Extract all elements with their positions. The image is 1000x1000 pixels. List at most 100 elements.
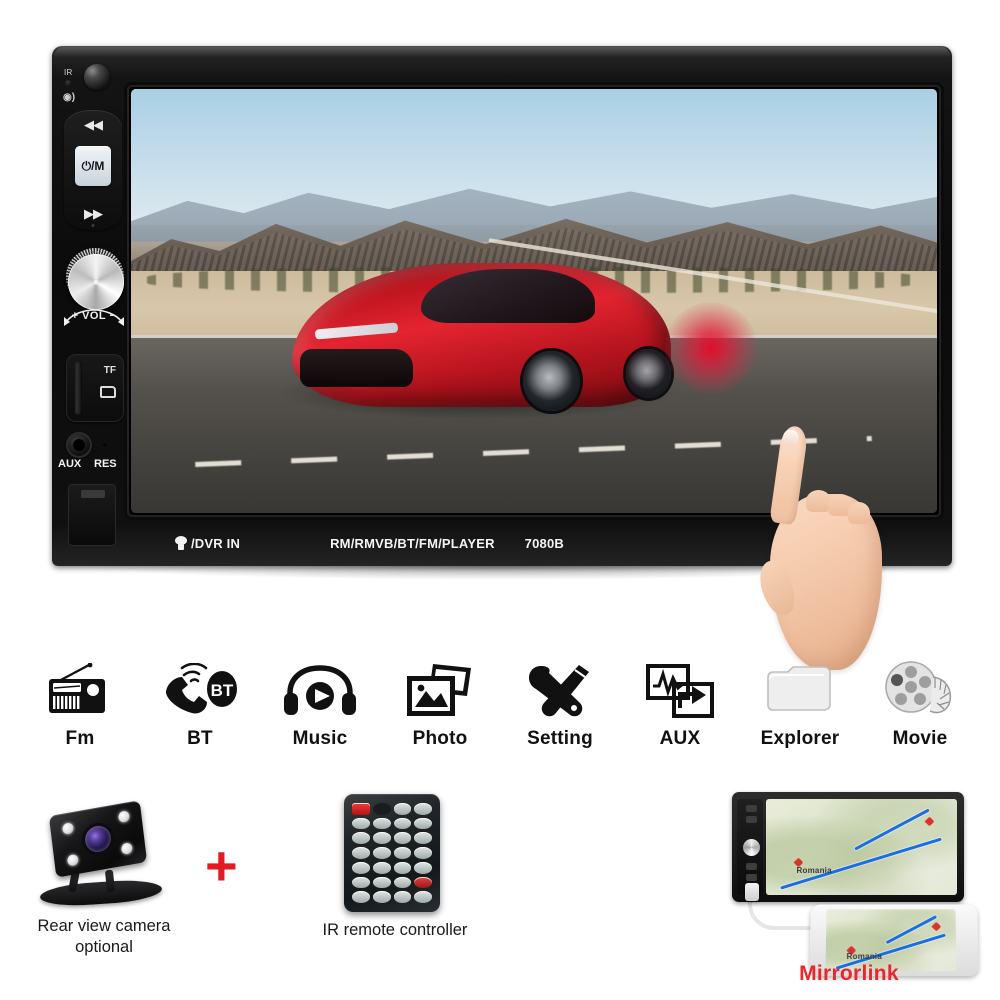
remote-button[interactable] — [372, 891, 391, 903]
remote-button[interactable] — [393, 891, 412, 903]
unit-side-button — [746, 874, 757, 881]
remote-button[interactable] — [414, 817, 432, 830]
aux-jack-icon[interactable] — [66, 432, 92, 458]
feature-setting[interactable]: Setting — [504, 660, 616, 750]
dvr-in-label: /DVR IN — [191, 535, 241, 551]
feature-label: Explorer — [760, 728, 840, 749]
remote-button[interactable] — [372, 847, 391, 859]
car-rear-wheel — [625, 349, 671, 399]
microphone-icon — [84, 64, 110, 90]
feature-label: Fm — [65, 728, 95, 749]
remote-button[interactable] — [372, 832, 391, 845]
map-city-label: Romania — [796, 866, 832, 876]
status-led-icon — [91, 224, 95, 227]
unit-side-button — [746, 816, 757, 823]
hand-knuckle — [848, 502, 870, 524]
remote-button[interactable] — [352, 847, 370, 859]
camera-caption: Rear view camera optional — [34, 916, 174, 958]
feature-fm[interactable]: Fm — [24, 660, 136, 750]
feature-label: Movie — [892, 728, 948, 749]
remote-body — [344, 794, 440, 912]
camera-led — [66, 853, 79, 867]
remote-button[interactable] — [393, 876, 412, 889]
remote-button[interactable] — [393, 832, 412, 845]
feature-explorer[interactable]: Explorer — [744, 660, 856, 750]
camera-caption-line1: Rear view camera — [37, 917, 171, 935]
folder-icon — [762, 660, 838, 722]
tf-label: TF — [103, 365, 116, 376]
remote-button[interactable] — [414, 876, 432, 889]
remote-button[interactable] — [414, 891, 432, 903]
touch-ripple-glow — [665, 301, 758, 394]
remote-button[interactable] — [393, 861, 412, 874]
remote-power-button[interactable] — [352, 803, 370, 815]
mirrorlink-unit-side-panel — [737, 799, 763, 901]
knob-ring — [66, 248, 124, 310]
dvr-in-label-group: /DVR IN — [174, 536, 240, 551]
reset-pinhole-icon[interactable] — [102, 442, 108, 448]
unit-side-button — [746, 805, 757, 812]
feature-music[interactable]: Music — [264, 660, 376, 750]
mic-symbol: ◉) — [63, 92, 76, 103]
feature-label: BT — [187, 728, 213, 749]
remote-button[interactable] — [352, 891, 370, 903]
feature-label: Music — [292, 728, 348, 749]
feature-label: Setting — [527, 728, 593, 749]
next-track-button[interactable]: ▶▶ — [64, 206, 122, 222]
unit-map-display: Romania — [766, 799, 957, 895]
feature-label: AUX — [659, 728, 701, 749]
photo-frames-icon — [403, 660, 477, 722]
feature-movie[interactable]: Movie — [864, 660, 976, 750]
camera-led — [120, 842, 133, 856]
svg-text:BT: BT — [211, 681, 234, 700]
remote-button[interactable] — [372, 876, 391, 889]
remote-button[interactable] — [352, 817, 370, 830]
feature-icon-row: Fm BT BT Music Photo Setting AUX Explore… — [24, 660, 976, 772]
aux-label: AUX — [58, 458, 82, 470]
remote-button[interactable] — [352, 876, 370, 889]
power-mode-button[interactable]: ⏻/M — [75, 146, 111, 186]
feature-photo[interactable]: Photo — [384, 660, 496, 750]
film-reel-icon — [880, 660, 960, 722]
map-city-label: Romania — [846, 952, 882, 962]
mirrorlink-head-unit: Romania — [732, 792, 964, 902]
previous-track-button[interactable]: ◀◀ — [64, 117, 122, 133]
bluetooth-phone-icon: BT — [158, 660, 242, 722]
remote-button — [372, 803, 391, 815]
remote-button[interactable] — [414, 847, 432, 859]
usb-slot[interactable] — [68, 484, 116, 546]
remote-caption: IR remote controller — [322, 921, 468, 939]
usb-plug — [745, 883, 759, 901]
remote-button[interactable] — [414, 803, 432, 815]
map-pin — [924, 816, 935, 827]
car-front-wheel — [523, 350, 581, 412]
remote-button[interactable] — [372, 861, 391, 874]
remote-button[interactable] — [414, 861, 432, 874]
remote-button[interactable] — [352, 861, 370, 874]
tf-card-slot[interactable]: TF — [66, 354, 124, 422]
remote-button[interactable] — [393, 817, 412, 830]
feature-bt[interactable]: BT BT — [144, 660, 256, 750]
camera-led — [61, 822, 75, 835]
remote-button[interactable] — [414, 832, 432, 845]
remote-button[interactable] — [393, 847, 412, 859]
volume-label: + VOL − — [71, 310, 117, 322]
remote-button[interactable] — [393, 803, 412, 815]
unit-side-button — [746, 863, 757, 870]
volume-knob-area[interactable]: + VOL − — [58, 244, 130, 352]
left-control-panel: IR ◉) ◀◀ ⏻/M ▶▶ + VOL − TF AUX RES — [58, 52, 130, 560]
waveform-arrow-icon — [644, 660, 716, 722]
knob-cap[interactable] — [68, 254, 124, 310]
feature-aux[interactable]: AUX — [624, 660, 736, 750]
wrench-screwdriver-icon — [525, 660, 595, 722]
remote-button[interactable] — [352, 832, 370, 845]
camera-mount-base — [39, 877, 163, 909]
accessories-row: Rear view camera optional + IR remote co… — [0, 786, 1000, 986]
camera-led — [117, 810, 131, 824]
rear-view-camera-icon: Rear view camera optional — [34, 800, 174, 956]
remote-button[interactable] — [372, 817, 391, 830]
ir-remote-icon: IR remote controller — [310, 794, 480, 939]
plus-sign: + — [205, 834, 238, 897]
touching-hand-illustration — [752, 424, 902, 682]
codec-label: RM/RMVB/BT/FM/PLAYER — [330, 535, 495, 551]
